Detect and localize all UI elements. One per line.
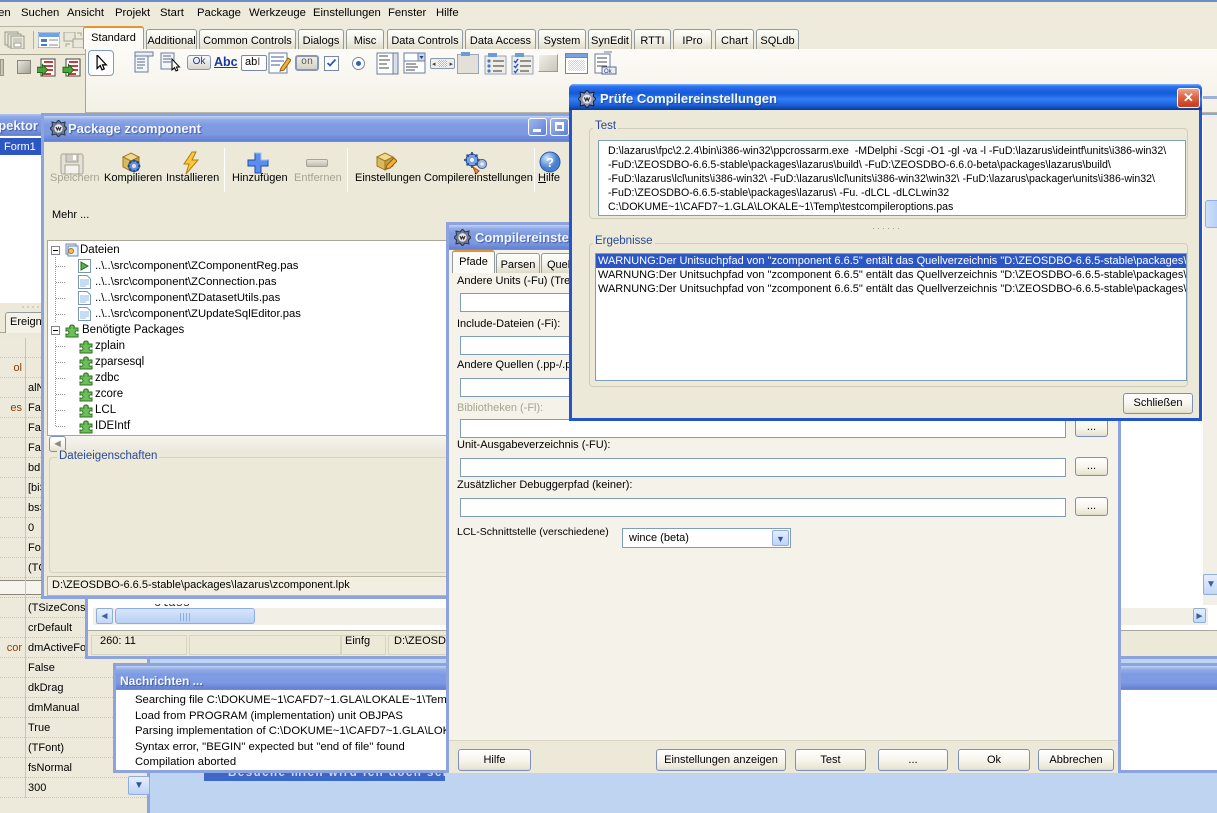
svg-text:Ok: Ok	[604, 69, 613, 75]
svg-text:?: ?	[546, 155, 554, 170]
